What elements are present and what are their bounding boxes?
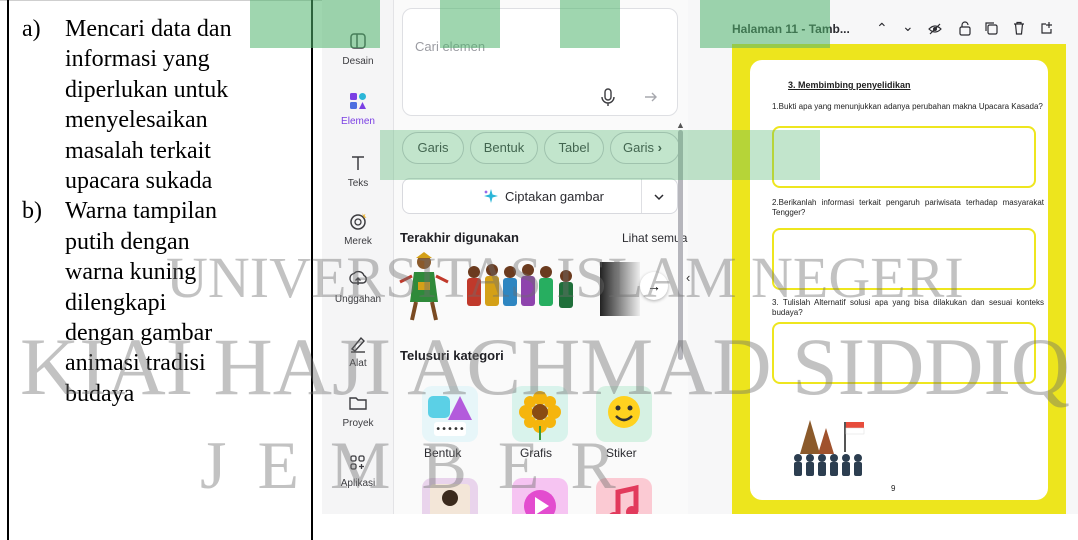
answer-line: diperlukan untuk [65, 76, 229, 103]
sunflower-icon [519, 391, 561, 440]
category-tile-stiker[interactable] [596, 386, 652, 442]
page-frame: 3. Membimbing penyelidikan 1.Bukti apa y… [732, 44, 1066, 514]
answer-line: menyelesaikan [65, 107, 208, 134]
text-icon [352, 156, 364, 170]
play-icon [524, 490, 556, 514]
ceremony-illustration [794, 420, 865, 476]
rail-label: Proyek [342, 418, 374, 429]
brand-icon [350, 213, 367, 230]
delete-icon[interactable] [1012, 21, 1026, 35]
rail-label: Alat [349, 358, 367, 369]
category-label: Stiker [606, 446, 637, 460]
answer-line: animasi tradisi [65, 350, 206, 377]
worksheet-page[interactable]: 3. Membimbing penyelidikan 1.Bukti apa y… [750, 60, 1048, 500]
gradient-thumbnail[interactable] [600, 262, 640, 316]
answer-box-3[interactable] [772, 322, 1036, 384]
category-label: Grafis [520, 446, 553, 460]
answer-line: warna kuning [65, 259, 197, 286]
chevron-down-icon[interactable]: ⌄ [902, 18, 914, 35]
add-page-icon[interactable] [1040, 21, 1054, 35]
sparkle-icon [484, 189, 498, 203]
rail-label: Elemen [341, 116, 375, 127]
divider [641, 179, 642, 213]
rail-item-proyek[interactable]: Proyek [322, 392, 394, 429]
answer-line: Warna tampilan [65, 198, 218, 225]
shapes-icon: ••••• [428, 396, 472, 436]
answer-line: upacara sukada [65, 168, 213, 195]
categories-section-title: Telusuri kategori [400, 348, 504, 363]
answer-line: budaya [65, 380, 135, 407]
answer-line: putih dengan [65, 228, 190, 255]
watermark-logo-band [380, 130, 820, 180]
answer-line: informasi yang [65, 46, 210, 73]
category-tile-grafis[interactable] [512, 386, 568, 442]
smiley-icon [608, 396, 640, 428]
rail-label: Merek [344, 236, 372, 247]
microphone-icon[interactable] [599, 87, 617, 107]
rail-item-elemen[interactable]: Elemen [322, 90, 394, 127]
upload-icon [349, 270, 367, 285]
rail-label: Unggahan [334, 294, 382, 305]
category-tile-videos[interactable] [512, 478, 568, 514]
page-number: 9 [891, 484, 896, 493]
scroll-up-icon[interactable]: ▲ [676, 120, 685, 130]
chevron-up-icon[interactable]: ⌃ [876, 20, 888, 37]
watermark-logo-shape [440, 0, 500, 48]
lock-icon[interactable] [958, 21, 972, 36]
answer-line: dengan gambar [65, 320, 213, 347]
answer-line: masalah terkait [65, 137, 211, 164]
category-label: Bentuk [424, 446, 462, 460]
question-2: 2.Berikanlah informasi terkait pengaruh … [772, 198, 1044, 217]
rail-label: Teks [347, 178, 369, 189]
draw-icon [350, 336, 365, 353]
dancer-illustration[interactable] [398, 252, 450, 322]
worksheet-heading: 3. Membimbing penyelidikan [788, 80, 911, 90]
group-illustration[interactable] [462, 258, 582, 318]
answer-box-2[interactable] [772, 228, 1036, 290]
item-marker: a) [22, 16, 41, 42]
category-tile-bentuk[interactable]: ••••• [422, 386, 478, 442]
answer-line: dilengkapi [65, 289, 167, 316]
folder-icon [349, 397, 367, 410]
question-1: 1.Bukti apa yang menunjukkan adanya peru… [772, 102, 1043, 111]
canva-side-rail: Desain Elemen Teks Merek Unggahan Alat P… [322, 0, 394, 514]
rail-label: Desain [342, 56, 374, 67]
question-3: 3. Tulislah Alternatif solusi apa yang b… [772, 298, 1044, 317]
category-tile-photos[interactable] [422, 478, 478, 514]
table-border-left [7, 0, 9, 540]
elements-panel: Cari elemen Garis Bentuk Tabel Garis › C… [394, 0, 688, 514]
rail-item-unggahan[interactable]: Unggahan [322, 268, 394, 305]
watermark-logo-shape [560, 0, 620, 48]
category-tile-audio[interactable] [596, 478, 652, 514]
generate-label: Ciptakan gambar [505, 189, 604, 204]
music-note-icon [609, 484, 639, 514]
rail-item-alat[interactable]: Alat [322, 332, 394, 369]
canva-screenshot: Desain Elemen Teks Merek Unggahan Alat P… [322, 0, 1078, 514]
photo-icon [430, 484, 470, 514]
table-border-middle [311, 0, 313, 540]
recent-section-title: Terakhir digunakan [400, 230, 519, 245]
apps-icon [350, 455, 365, 470]
rail-item-aplikasi[interactable]: Aplikasi [322, 452, 394, 489]
watermark-logo-shape [700, 0, 830, 48]
svg-text:•••••: ••••• [435, 424, 465, 435]
watermark-logo-shape [250, 0, 380, 48]
answer-list: a) Mencari data dan informasi yang diper… [22, 14, 292, 409]
rail-label: Aplikasi [340, 478, 376, 489]
scroll-right-button[interactable]: → [640, 272, 668, 300]
hide-icon[interactable] [928, 22, 942, 36]
answer-item-b: b) Warna tampilan putih dengan warna kun… [22, 196, 292, 409]
item-marker: b) [22, 198, 42, 225]
elements-icon [350, 93, 366, 109]
collapse-panel-icon[interactable]: ‹ [686, 270, 690, 285]
duplicate-icon[interactable] [984, 21, 998, 35]
rail-item-merek[interactable]: Merek [322, 210, 394, 247]
chevron-down-icon[interactable] [653, 191, 665, 203]
arrow-right-icon[interactable] [643, 89, 659, 105]
generate-image-button[interactable]: Ciptakan gambar [402, 178, 678, 214]
